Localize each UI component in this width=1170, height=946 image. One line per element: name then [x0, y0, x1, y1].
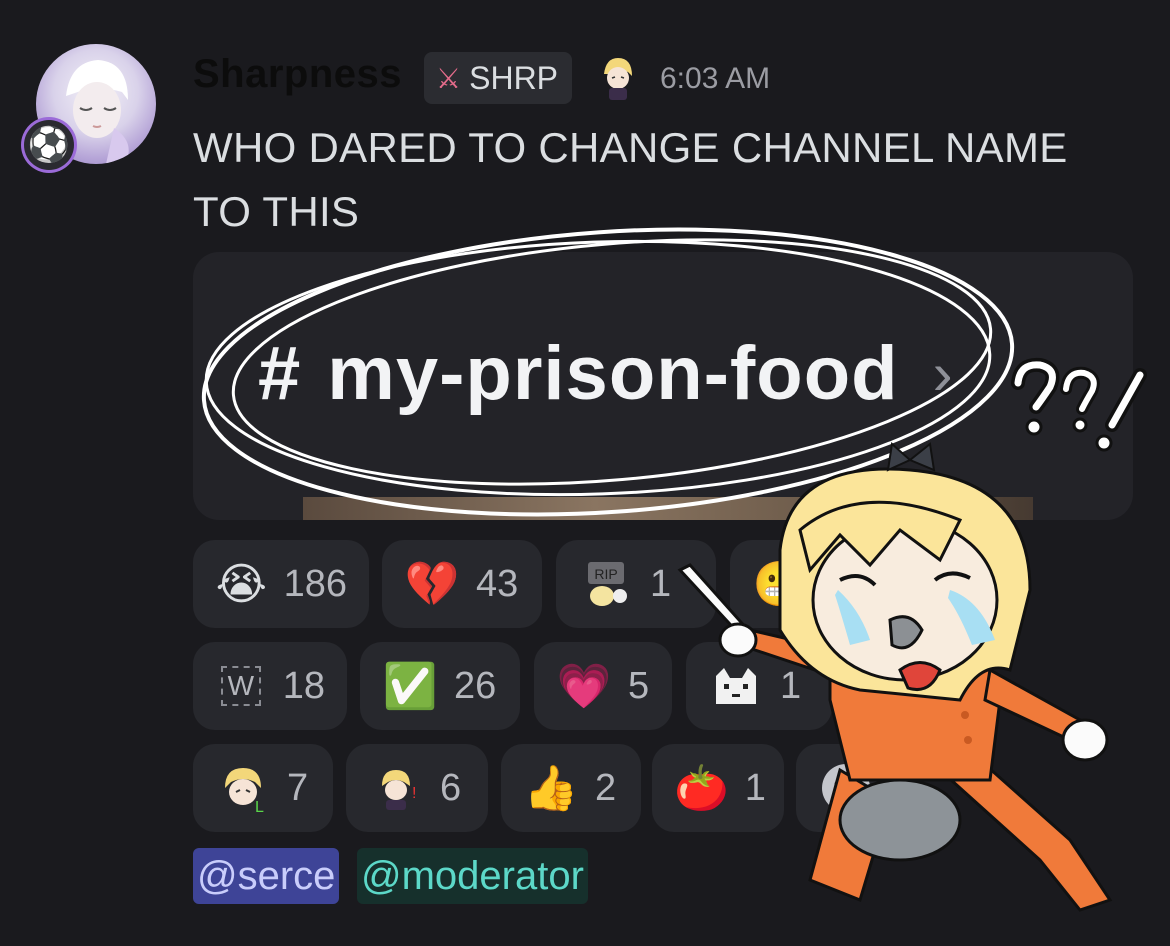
chevron-right-icon: ›: [932, 340, 954, 407]
custom-face-1-icon: L: [215, 760, 271, 816]
reaction-count: 2: [595, 766, 617, 809]
soccer-ball-icon: ⚽: [24, 120, 74, 170]
svg-text:L: L: [255, 799, 264, 814]
reaction-count: 18: [282, 664, 325, 707]
svg-text:RIP: RIP: [594, 566, 617, 582]
sword-icon: ⚔: [436, 62, 462, 94]
server-tag-label: SHRP: [469, 59, 559, 96]
thumbs-up-emoji: 👍: [523, 764, 579, 813]
role-mention[interactable]: @moderator: [357, 848, 588, 904]
question-exclamation-marks: [1011, 357, 1147, 452]
reaction-count: 43: [476, 562, 519, 605]
reaction-count: 6: [440, 766, 462, 809]
reaction-count: 5: [628, 664, 650, 707]
role-character-icon: [604, 58, 632, 100]
user-mention[interactable]: @serce: [193, 848, 340, 904]
reaction-custom-face-2[interactable]: ! 6: [346, 744, 488, 832]
pink-heart-emoji: 💗: [556, 662, 612, 711]
message-content: WHO DARED TO CHANGE CHANNEL NAME TO THIS: [193, 124, 1068, 235]
broken-heart-emoji: 💔: [404, 560, 460, 609]
reaction-count: 26: [454, 664, 497, 707]
reaction-broken-heart[interactable]: 💔 43: [382, 540, 542, 628]
prisoner-character-sticker: [677, 442, 1113, 912]
check-mark-emoji: ✅: [382, 662, 438, 711]
channel-hash-icon: #: [258, 331, 302, 416]
reaction-check[interactable]: ✅ 26: [360, 642, 520, 730]
reaction-custom-face-1[interactable]: L 7: [193, 744, 333, 832]
w-letter-icon: W: [215, 658, 267, 714]
custom-face-2-icon: !: [368, 760, 424, 816]
author-name[interactable]: Sharpness: [193, 52, 402, 97]
reaction-thumbs-up[interactable]: 👍 2: [501, 744, 641, 832]
reaction-pink-heart[interactable]: 💗 5: [534, 642, 672, 730]
message-timestamp: 6:03 AM: [660, 62, 771, 95]
reaction-sob[interactable]: 😭 186: [193, 540, 369, 628]
reaction-w[interactable]: W 18: [193, 642, 347, 730]
channel-link[interactable]: # my-prison-food ›: [258, 330, 954, 417]
sob-emoji: 😭: [215, 559, 267, 609]
reaction-count: 186: [283, 562, 347, 605]
svg-text:!: !: [412, 785, 416, 802]
server-tag[interactable]: ⚔ SHRP: [424, 52, 573, 104]
rip-tombstone-icon: RIP: [578, 556, 634, 612]
reaction-count: 7: [287, 766, 309, 809]
channel-name: my-prison-food: [327, 331, 899, 416]
